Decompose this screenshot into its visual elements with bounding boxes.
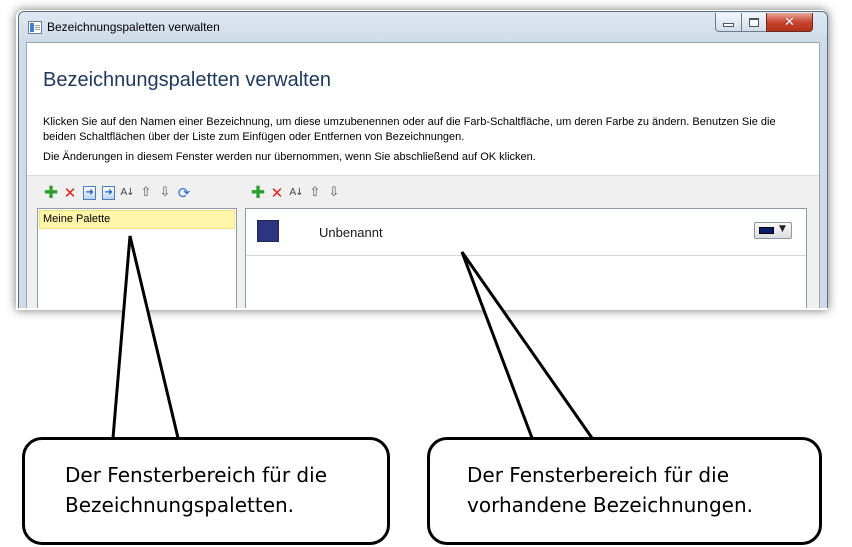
callout-right-line2: vorhandene Bezeichnungen. <box>467 493 754 517</box>
callout-right: Der Fensterbereich für die vorhandene Be… <box>427 437 822 545</box>
callout-left-line2: Bezeichnungspaletten. <box>65 493 295 517</box>
callout-right-line1: Der Fensterbereich für die <box>467 463 729 487</box>
callout-pointer-left <box>111 235 180 439</box>
callout-left-line1: Der Fensterbereich für die <box>65 463 327 487</box>
callout-left: Der Fensterbereich für die Bezeichnungsp… <box>22 437 390 545</box>
callout-pointer-right <box>460 251 594 439</box>
